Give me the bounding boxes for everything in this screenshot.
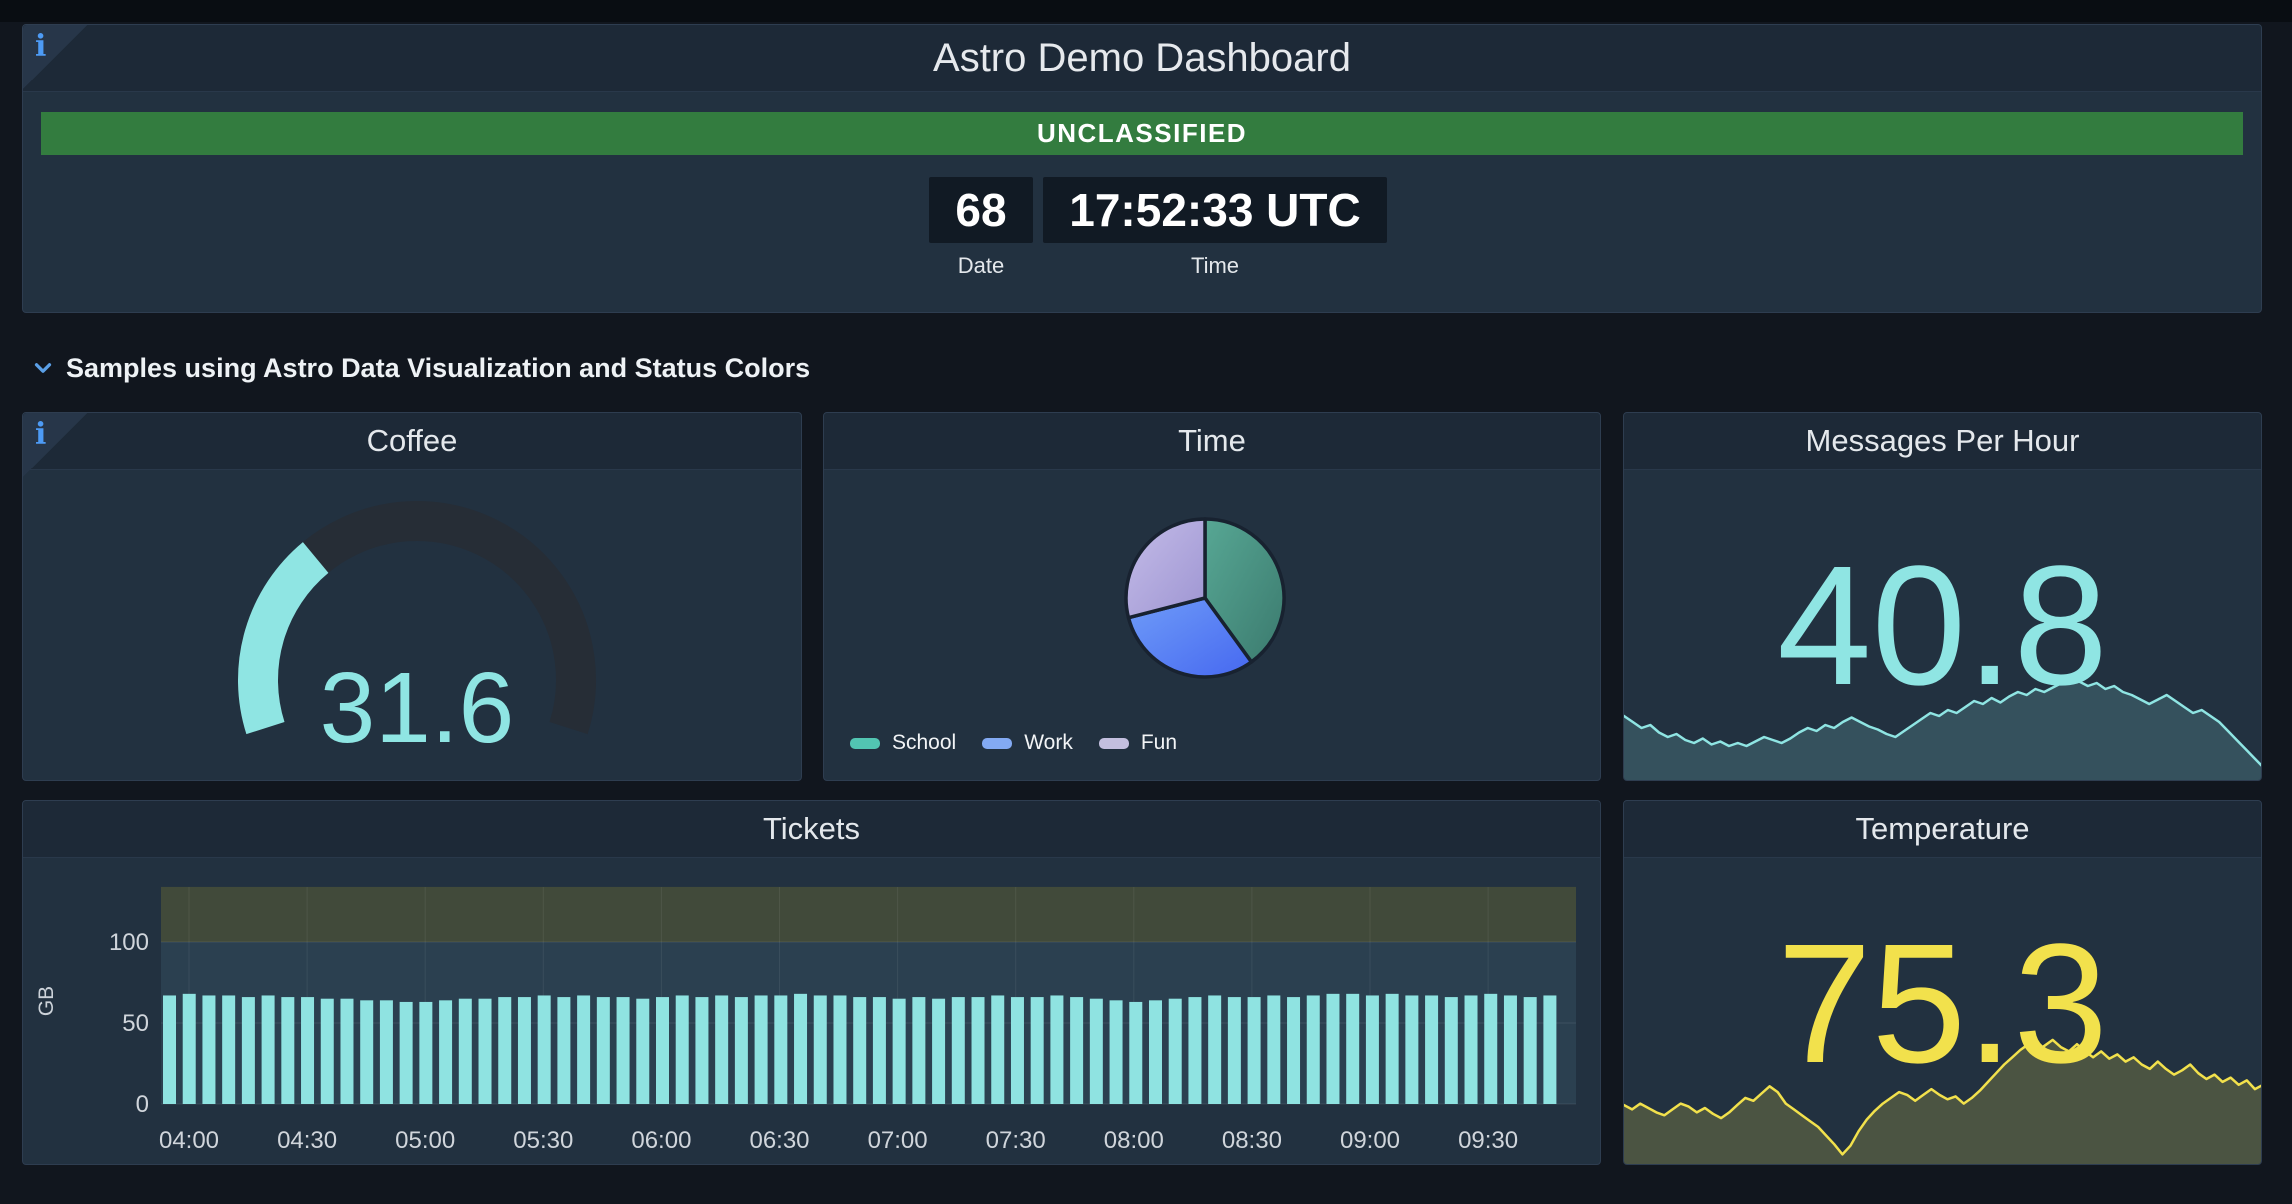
legend-label-work: Work [1024, 731, 1073, 754]
legend-item-work[interactable]: Work [982, 731, 1073, 755]
svg-text:08:30: 08:30 [1222, 1127, 1282, 1154]
row-toggle[interactable]: Samples using Astro Data Visualization a… [30, 348, 810, 388]
time-panel-title[interactable]: Time [1178, 423, 1246, 459]
info-icon: i [35, 29, 47, 64]
svg-text:09:30: 09:30 [1458, 1127, 1518, 1154]
panel-info-corner[interactable]: i [23, 413, 87, 477]
coffee-panel-titlebar: Coffee [23, 413, 801, 470]
svg-text:05:30: 05:30 [513, 1127, 573, 1154]
svg-text:05:00: 05:00 [395, 1127, 455, 1154]
row-title: Samples using Astro Data Visualization a… [66, 352, 811, 383]
clock-time-label: Time [1190, 253, 1240, 278]
info-icon: i [35, 417, 47, 452]
svg-text:100: 100 [109, 929, 149, 956]
time-panel: Time School Work Fun [823, 412, 1601, 781]
header-panel: Astro Demo Dashboard i UNCLASSIFIED 68 1… [22, 24, 2262, 313]
legend-swatch-work [982, 737, 1013, 749]
legend-swatch-school [850, 737, 880, 749]
svg-text:06:30: 06:30 [749, 1127, 809, 1154]
svg-text:07:30: 07:30 [986, 1127, 1046, 1154]
svg-text:04:00: 04:00 [159, 1127, 219, 1154]
clock-date-label: Date [957, 253, 1005, 278]
temperature-panel-titlebar: Temperature [1624, 801, 2261, 858]
messages-stat-value: 40.8 [1777, 531, 2108, 721]
messages-panel: 40.8 Messages Per Hour [1623, 412, 2262, 781]
tickets-panel-title[interactable]: Tickets [763, 811, 860, 847]
panel-info-corner[interactable]: i [23, 25, 87, 89]
tickets-panel: 0 50 100 04:00 04:30 05:00 05:30 06:00 06:30 07:0… [22, 800, 1601, 1165]
messages-panel-titlebar: Messages Per Hour [1624, 413, 2261, 470]
legend-label-fun: Fun [1140, 731, 1178, 754]
time-panel-titlebar: Time [824, 413, 1600, 470]
legend-item-school[interactable]: School [850, 731, 956, 755]
temperature-stat-value: 75.3 [1777, 909, 2108, 1099]
svg-text:0: 0 [136, 1091, 149, 1118]
svg-text:08:00: 08:00 [1104, 1127, 1164, 1154]
clock-date-value: 68 [929, 177, 1033, 243]
legend-item-fun[interactable]: Fun [1098, 731, 1178, 755]
header-panel-titlebar: Astro Demo Dashboard [23, 25, 2261, 92]
messages-panel-title[interactable]: Messages Per Hour [1806, 423, 2080, 459]
temperature-panel: 75.3 Temperature [1623, 800, 2262, 1165]
clock-time-value: 17:52:33 UTC [1043, 177, 1387, 243]
svg-text:50: 50 [122, 1010, 149, 1037]
classification-banner: UNCLASSIFIED [41, 112, 2243, 155]
temperature-panel-title[interactable]: Temperature [1855, 811, 2029, 847]
svg-text:09:00: 09:00 [1340, 1127, 1400, 1154]
classification-label: UNCLASSIFIED [1036, 118, 1248, 148]
chevron-down-icon [34, 363, 52, 373]
svg-text:04:30: 04:30 [277, 1127, 337, 1154]
coffee-panel-title[interactable]: Coffee [367, 423, 458, 459]
legend-swatch-fun [1098, 737, 1129, 749]
pie-legend: School Work Fun [850, 731, 1177, 755]
svg-text:GB: GB [35, 986, 58, 1016]
gauge-value: 31.6 [320, 652, 515, 764]
coffee-panel: 31.6 Coffee i [22, 412, 802, 781]
tickets-panel-titlebar: Tickets [23, 801, 1600, 858]
dashboard-title[interactable]: Astro Demo Dashboard [933, 36, 1351, 81]
svg-text:06:00: 06:00 [631, 1127, 691, 1154]
legend-label-school: School [892, 731, 957, 754]
svg-text:07:00: 07:00 [868, 1127, 928, 1154]
